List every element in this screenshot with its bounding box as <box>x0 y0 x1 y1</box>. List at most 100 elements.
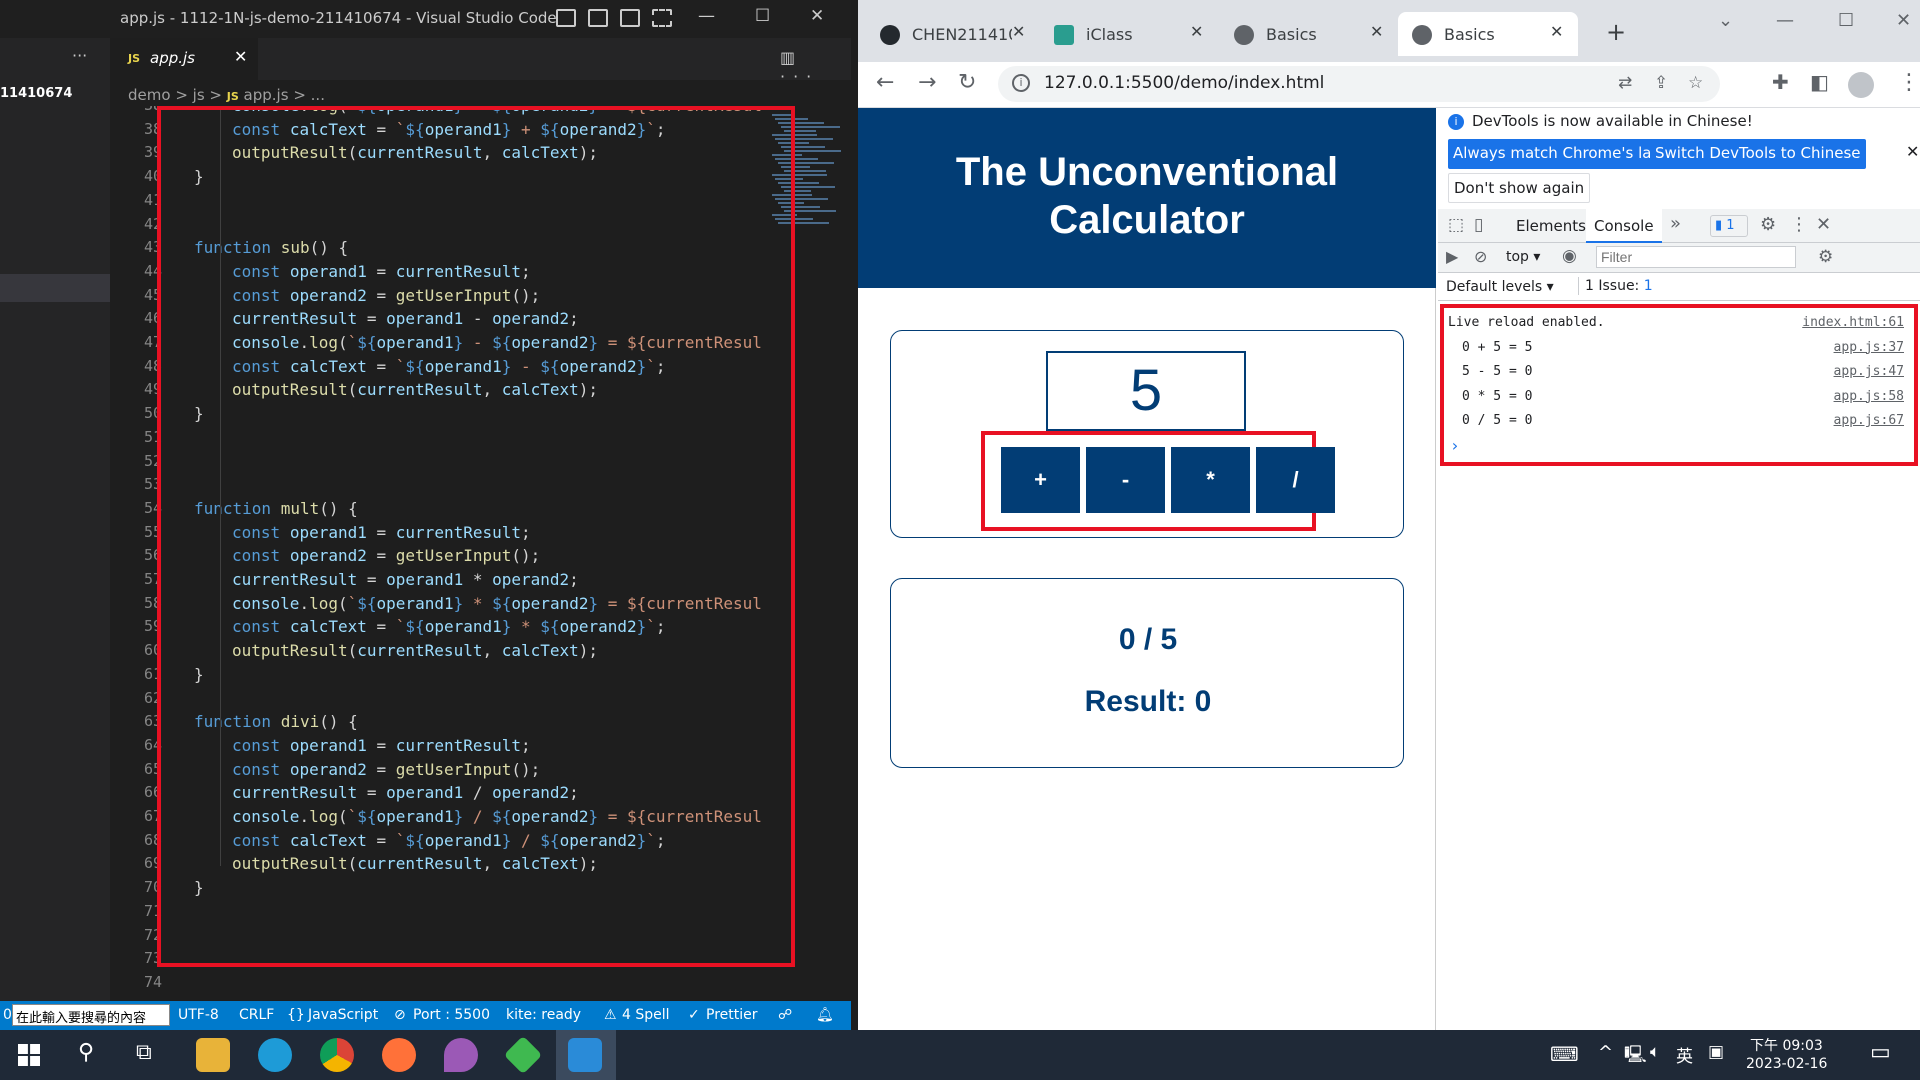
search-icon[interactable]: ⚲ <box>78 1040 94 1065</box>
minimize-icon[interactable]: — <box>1776 10 1794 31</box>
side-panel-icon[interactable]: ◧ <box>1810 70 1829 94</box>
more-tabs-icon[interactable]: » <box>1670 213 1681 234</box>
selected-explorer-item[interactable] <box>0 274 110 302</box>
windows-search-input[interactable]: 在此輸入要搜尋的內容 <box>12 1004 170 1026</box>
tab-basics-active[interactable]: Basics ✕ <box>1398 12 1578 56</box>
toggle-panel-icon[interactable] <box>588 9 608 27</box>
notifications-icon[interactable]: 🔔︎ <box>816 1007 834 1023</box>
status-kite[interactable]: kite: ready <box>506 1007 581 1023</box>
project-name[interactable]: 11410674 <box>0 86 72 101</box>
console-filter-input[interactable] <box>1596 246 1796 268</box>
console-source-link[interactable]: app.js:58 <box>1834 389 1904 404</box>
status-encoding[interactable]: UTF-8 <box>178 1007 219 1023</box>
windows-start-icon[interactable] <box>18 1044 40 1066</box>
git-icon[interactable] <box>503 1035 543 1075</box>
reload-icon[interactable]: ↻ <box>958 70 976 95</box>
breadcrumb-more[interactable]: ... <box>311 86 325 104</box>
close-devtools-icon[interactable]: ✕ <box>1816 214 1831 235</box>
console-source-link[interactable]: app.js:37 <box>1834 340 1904 355</box>
console-source-link[interactable]: app.js:67 <box>1834 413 1904 428</box>
new-tab-icon[interactable]: + <box>1606 18 1626 46</box>
minimize-icon[interactable]: — <box>698 6 715 26</box>
remote-indicator[interactable]: 0 <box>3 1007 12 1023</box>
dont-show-again-button[interactable]: Don't show again <box>1448 173 1591 203</box>
devtools-menu-icon[interactable]: ⋮ <box>1790 214 1808 235</box>
breadcrumb-js[interactable]: js <box>193 86 205 104</box>
console-source-link[interactable]: app.js:47 <box>1834 364 1904 379</box>
customize-layout-icon[interactable] <box>652 9 672 27</box>
more-actions-icon[interactable]: ··· <box>72 46 87 65</box>
messages-badge[interactable]: ▮ 1 <box>1710 215 1748 237</box>
tab-elements[interactable]: Elements <box>1516 217 1586 235</box>
task-view-icon[interactable]: ⧉ <box>136 1040 152 1065</box>
firefox-icon[interactable] <box>382 1038 416 1072</box>
settings-gear-icon[interactable]: ⚙ <box>1760 214 1776 235</box>
sidebar-toggle-icon[interactable]: ▶ <box>1446 247 1458 266</box>
multiply-button[interactable]: * <box>1171 447 1250 513</box>
divide-button[interactable]: / <box>1256 447 1335 513</box>
switch-chinese-button[interactable]: Switch DevTools to Chinese <box>1650 139 1866 169</box>
extensions-icon[interactable]: ✚ <box>1772 70 1789 94</box>
ime-indicator[interactable]: 英 <box>1676 1042 1693 1067</box>
forward-icon[interactable]: → <box>918 70 936 95</box>
close-window-icon[interactable]: ✕ <box>1896 10 1911 31</box>
clock-date[interactable]: 2023-02-16 <box>1746 1056 1827 1072</box>
issues-button[interactable]: 1 Issue: 1 <box>1578 277 1659 295</box>
network-icon[interactable]: 🖳︎ <box>1624 1042 1647 1071</box>
chrome-icon[interactable] <box>320 1038 354 1072</box>
status-eol[interactable]: CRLF <box>239 1007 274 1023</box>
status-prettier[interactable]: Prettier <box>706 1007 758 1023</box>
translate-icon[interactable]: ⇄ <box>1618 73 1632 93</box>
tab-app-js[interactable]: JS app.js ✕ <box>110 38 258 80</box>
device-toolbar-icon[interactable]: ▯ <box>1474 215 1483 235</box>
feedback-icon[interactable]: ☍ <box>778 1007 792 1023</box>
inspect-element-icon[interactable]: ⬚ <box>1448 215 1464 235</box>
share-icon[interactable]: ⇪ <box>1654 73 1668 93</box>
breadcrumb-demo[interactable]: demo <box>128 86 171 104</box>
chrome-menu-icon[interactable]: ⋮ <box>1898 70 1920 95</box>
volume-icon[interactable]: 🔈︎ <box>1650 1042 1660 1062</box>
context-select[interactable]: top ▾ <box>1506 249 1540 265</box>
tab-github[interactable]: CHEN2114106 ✕ <box>866 12 1036 56</box>
tab-console[interactable]: Console <box>1586 209 1662 243</box>
site-info-icon[interactable]: i <box>1012 74 1030 92</box>
keyboard-icon[interactable]: ⌨ <box>1550 1042 1579 1066</box>
status-port[interactable]: Port : 5500 <box>413 1007 490 1023</box>
breadcrumb-file[interactable]: app.js <box>244 86 289 104</box>
tab-search-icon[interactable]: ⌄ <box>1718 10 1733 31</box>
tab-basics[interactable]: Basics ✕ <box>1220 12 1395 56</box>
address-bar[interactable]: i 127.0.0.1:5500/demo/index.html ⇄ ⇪ ☆ <box>998 66 1720 102</box>
app-icon[interactable] <box>444 1038 478 1072</box>
log-levels-select[interactable]: Default levels ▾ <box>1446 279 1554 295</box>
status-spell[interactable]: 4 Spell <box>622 1007 670 1023</box>
clear-console-icon[interactable]: ⊘ <box>1474 247 1487 266</box>
url-text[interactable]: 127.0.0.1:5500/demo/index.html <box>1044 73 1324 93</box>
number-input[interactable]: 5 <box>1046 351 1246 431</box>
toggle-secondary-sidebar-icon[interactable] <box>620 9 640 27</box>
ime-mode-icon[interactable]: ▣ <box>1708 1042 1724 1062</box>
edge-icon[interactable] <box>258 1038 292 1072</box>
console-prompt[interactable]: › <box>1450 436 1460 455</box>
close-tab-icon[interactable]: ✕ <box>234 47 247 66</box>
status-language[interactable]: JavaScript <box>308 1007 378 1023</box>
maximize-icon[interactable]: ☐ <box>755 6 770 26</box>
tab-iclass[interactable]: iClass ✕ <box>1040 12 1215 56</box>
console-source-link[interactable]: index.html:61 <box>1802 315 1904 330</box>
console-settings-icon[interactable]: ⚙ <box>1818 247 1833 267</box>
bookmark-star-icon[interactable]: ☆ <box>1688 73 1703 93</box>
close-tab-icon[interactable]: ✕ <box>1190 22 1203 41</box>
file-explorer-icon[interactable] <box>196 1038 230 1072</box>
clock-time[interactable]: 下午 09:03 <box>1750 1035 1823 1055</box>
close-window-icon[interactable]: ✕ <box>810 6 824 26</box>
close-tab-icon[interactable]: ✕ <box>1012 22 1025 41</box>
subtract-button[interactable]: - <box>1086 447 1165 513</box>
tray-chevron-icon[interactable]: ^ <box>1598 1042 1613 1063</box>
close-tab-icon[interactable]: ✕ <box>1550 22 1563 41</box>
notification-center-icon[interactable]: ▭ <box>1870 1040 1891 1065</box>
toggle-sidebar-icon[interactable] <box>556 9 576 27</box>
profile-avatar[interactable] <box>1848 72 1874 98</box>
eye-icon[interactable]: ◉ <box>1562 246 1577 266</box>
back-icon[interactable]: ← <box>876 70 894 95</box>
close-banner-icon[interactable]: ✕ <box>1906 142 1919 161</box>
close-tab-icon[interactable]: ✕ <box>1370 22 1383 41</box>
